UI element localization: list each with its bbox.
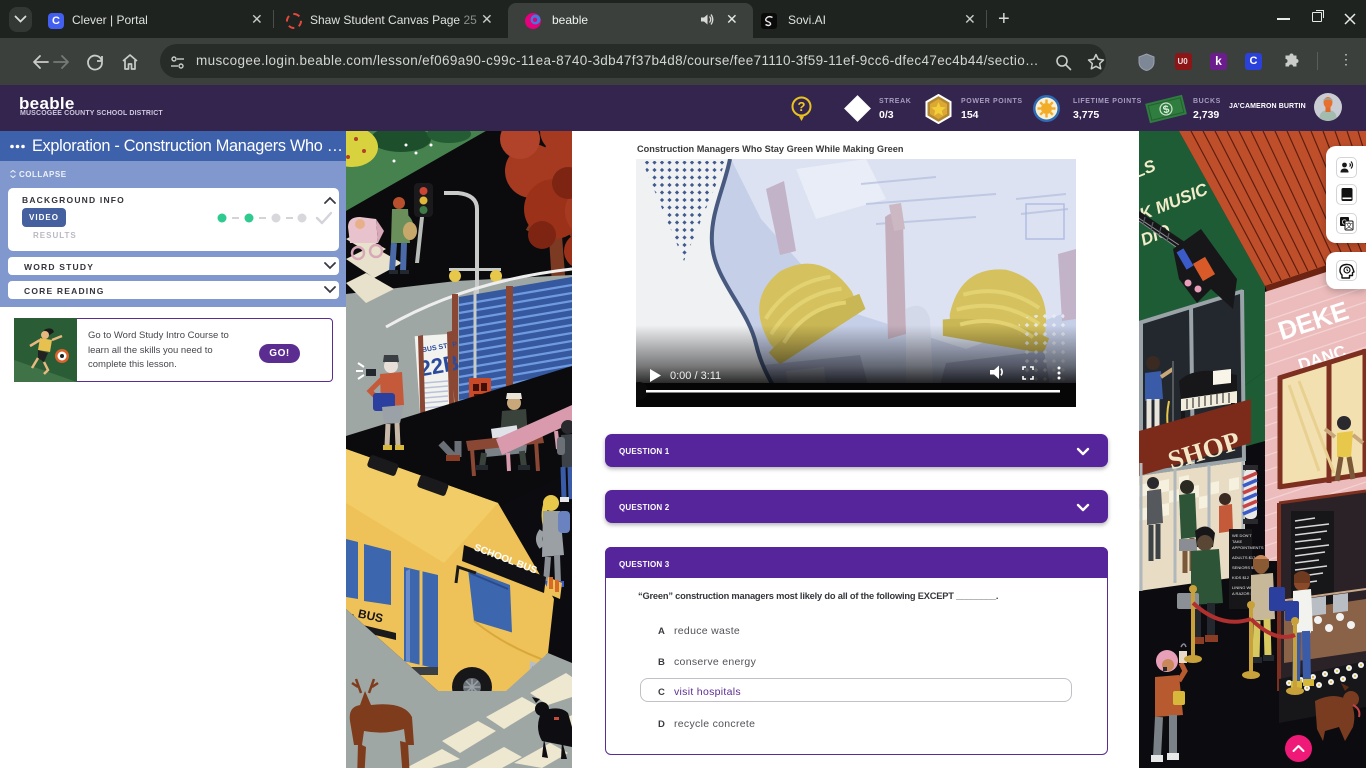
svg-text:?: ? [798, 99, 806, 114]
svg-text:APPOINTMENTS: APPOINTMENTS [1232, 545, 1264, 550]
svg-text:ADULTS $17: ADULTS $17 [1232, 555, 1256, 560]
svg-text:WE DON'T: WE DON'T [1232, 533, 1252, 538]
svg-text:0:00 / 3:11: 0:00 / 3:11 [670, 370, 721, 382]
svg-text:KIDS $12: KIDS $12 [1232, 575, 1250, 580]
svg-text:TAKE: TAKE [1232, 539, 1242, 544]
svg-text:文: 文 [1346, 221, 1353, 230]
